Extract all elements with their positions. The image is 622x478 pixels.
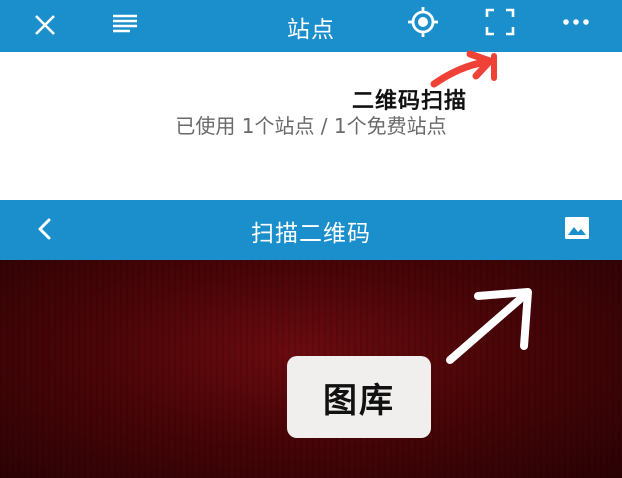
qr-scan-icon[interactable] <box>484 7 516 37</box>
scan-bar-title: 扫描二维码 <box>251 221 371 247</box>
white-arrow-annotation <box>446 288 532 364</box>
locate-icon[interactable] <box>406 5 440 39</box>
site-app-bar: 站点 <box>0 0 622 52</box>
qr-scan-callout: 二维码扫描 <box>352 89 468 114</box>
gallery-callout: 图库 <box>287 356 431 438</box>
site-bar-title: 站点 <box>287 17 335 43</box>
gallery-icon[interactable] <box>562 213 592 243</box>
site-usage-text: 已使用 1个站点 / 1个免费站点 <box>175 114 447 138</box>
more-icon[interactable] <box>560 12 592 32</box>
scan-app-bar: 扫描二维码 <box>0 200 622 260</box>
